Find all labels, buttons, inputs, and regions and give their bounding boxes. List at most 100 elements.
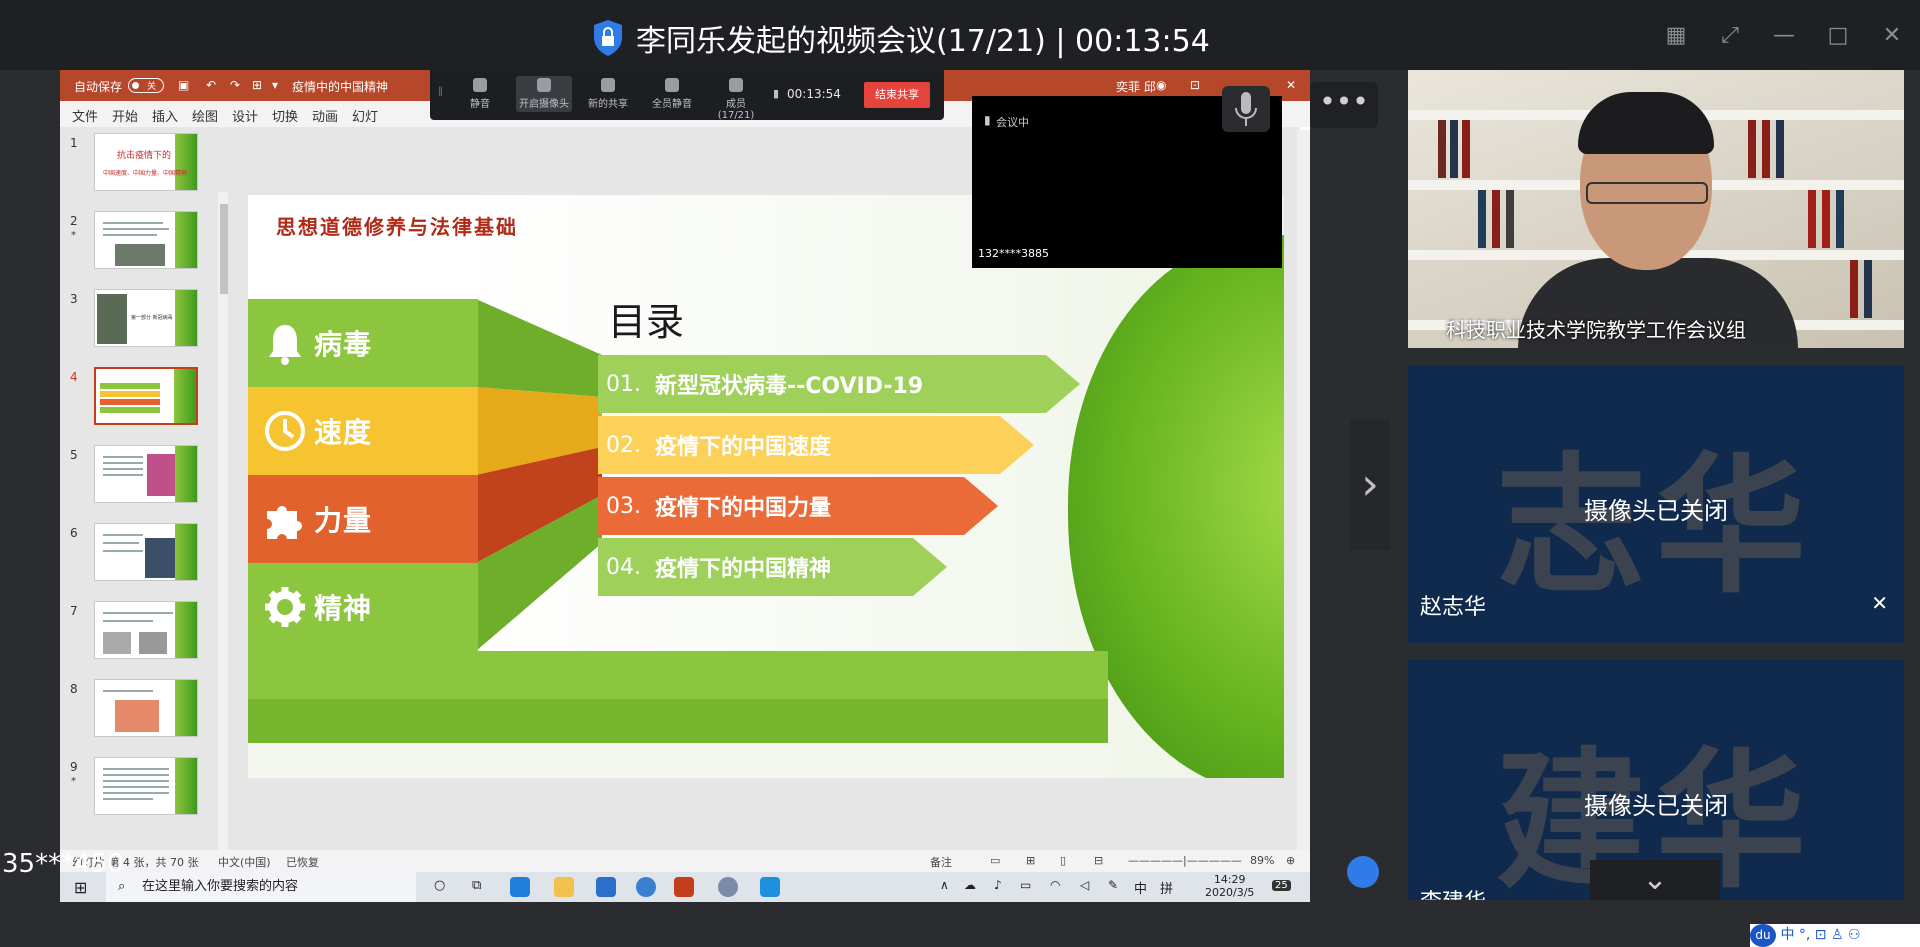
- ribbon-display-icon[interactable]: ⊡: [1190, 78, 1200, 92]
- speaker-name: 132****3885: [978, 247, 1049, 260]
- zoom-level[interactable]: 89%: [1250, 854, 1274, 867]
- user-avatar-icon[interactable]: ◉: [1156, 78, 1166, 92]
- category-label: 速度: [314, 416, 373, 449]
- meeting-window: 李同乐发起的视频会议(17/21) | 00:13:54 ▦ ⤢ — □ ✕ 自…: [0, 0, 1920, 947]
- new-share-button[interactable]: 新的共享: [580, 78, 636, 110]
- tray-overflow-icon[interactable]: ∧: [940, 878, 949, 892]
- mic-overlay[interactable]: [1222, 86, 1270, 132]
- notes-button[interactable]: 备注: [930, 854, 952, 870]
- autosave-toggle[interactable]: 关: [128, 78, 164, 93]
- wifi-icon[interactable]: ◠: [1050, 878, 1060, 892]
- redo-icon[interactable]: ↷: [230, 78, 240, 92]
- mic-muted-icon: ✕: [1871, 591, 1888, 615]
- scroll-down-arrow[interactable]: ⌄: [1590, 860, 1720, 900]
- camera-off-status: 摄像头已关闭: [1584, 497, 1728, 525]
- ime-language[interactable]: 中: [1134, 878, 1147, 897]
- slide-thumbnail-1[interactable]: 抗击疫情下的 中国速度、中国力量、中国精神: [94, 133, 198, 191]
- maximize-icon[interactable]: □: [1824, 22, 1852, 50]
- baidu-ime-icon[interactable]: du: [1750, 924, 1776, 947]
- meeting-app-icon[interactable]: [760, 877, 780, 897]
- slide-thumbnails: 1 抗击疫情下的 中国速度、中国力量、中国精神 2 * 3 第一部分 新冠病毒 4…: [60, 127, 230, 898]
- mute-button[interactable]: 静音: [452, 78, 508, 110]
- slide-thumbnail-9[interactable]: [94, 757, 198, 815]
- normal-view-icon[interactable]: ▭: [990, 854, 1000, 867]
- menu-design[interactable]: 设计: [232, 106, 258, 125]
- ime-toolbar[interactable]: du 中 °, ⊡ ♙ ⚇: [1750, 924, 1920, 947]
- ppt-close-icon[interactable]: ✕: [1286, 78, 1296, 92]
- ime-mode[interactable]: 拼: [1160, 878, 1173, 897]
- thumb1-title: 抗击疫情下的: [117, 151, 172, 161]
- powerpoint-icon[interactable]: [674, 877, 694, 897]
- members-button[interactable]: 成员(17/21): [708, 78, 764, 121]
- minimize-icon[interactable]: —: [1770, 22, 1798, 50]
- thumb-number: 1: [70, 136, 78, 150]
- present-icon[interactable]: ⊞: [252, 78, 262, 92]
- sorter-view-icon[interactable]: ⊞: [1026, 854, 1035, 867]
- participant-tile-zhao[interactable]: 志华 摄像头已关闭 赵志华 ✕: [1408, 365, 1904, 643]
- course-title: 思想道德修养与法律基础: [276, 215, 518, 239]
- battery-icon[interactable]: ▭: [1020, 878, 1031, 892]
- pen-icon[interactable]: ✎: [1108, 878, 1118, 892]
- fit-slide-icon[interactable]: ⊕: [1286, 854, 1295, 867]
- qat-more-icon[interactable]: ▾: [272, 78, 278, 92]
- toc-item-3: 03. 疫情下的中国力量: [598, 477, 831, 535]
- title-bar: 李同乐发起的视频会议(17/21) | 00:13:54 ▦ ⤢ — □ ✕: [0, 0, 1920, 70]
- drag-handle-icon[interactable]: ‖: [438, 86, 443, 97]
- close-icon[interactable]: ✕: [1878, 22, 1906, 50]
- slideshow-view-icon[interactable]: ⊟: [1094, 854, 1103, 867]
- menu-home[interactable]: 开始: [112, 106, 138, 125]
- menu-animations[interactable]: 动画: [312, 106, 338, 125]
- slide-thumbnail-6[interactable]: [94, 523, 198, 581]
- ppt-status-bar: 幻灯片 第 4 张，共 70 张 中文(中国) 已恢复 备注 ▭ ⊞ ▯ ⊟ —…: [60, 850, 1310, 872]
- windows-start-icon[interactable]: ⊞: [74, 878, 87, 897]
- menu-insert[interactable]: 插入: [152, 106, 178, 125]
- notification-count[interactable]: 25: [1272, 880, 1291, 891]
- slide-thumbnail-8[interactable]: [94, 679, 198, 737]
- slide-thumbnail-5[interactable]: [94, 445, 198, 503]
- edge-icon[interactable]: [510, 877, 530, 897]
- layout-icon[interactable]: ▦: [1662, 22, 1690, 50]
- menu-transitions[interactable]: 切换: [272, 106, 298, 125]
- task-view-icon[interactable]: ⧉: [472, 878, 481, 893]
- undo-icon[interactable]: ↶: [206, 78, 216, 92]
- next-page-arrow[interactable]: ›: [1350, 420, 1390, 550]
- window-controls: ▦ ⤢ — □ ✕: [1662, 22, 1906, 50]
- menu-draw[interactable]: 绘图: [192, 106, 218, 125]
- slide-thumbnail-7[interactable]: [94, 601, 198, 659]
- editor-scrollbar[interactable]: [1297, 130, 1310, 850]
- mute-label: 静音: [470, 99, 490, 110]
- volume-icon[interactable]: ◁: [1080, 878, 1089, 892]
- thumb-number: 3: [70, 292, 78, 306]
- more-options-button[interactable]: •••: [1310, 82, 1378, 128]
- end-share-button[interactable]: 结束共享: [864, 82, 930, 108]
- zoom-slider[interactable]: —————|—————: [1128, 854, 1242, 867]
- camera-button[interactable]: 开启摄像头: [516, 76, 572, 112]
- chat-app-icon[interactable]: [718, 877, 738, 897]
- slide-thumbnail-4-selected[interactable]: [94, 367, 198, 425]
- mute-all-button[interactable]: 全员静音: [644, 78, 700, 110]
- doc-title: 疫情中的中国精神: [292, 80, 389, 94]
- participant-tile-video[interactable]: 科技职业技术学院教学工作会议组: [1408, 70, 1904, 348]
- taskbar-search[interactable]: ⌕ 在这里输入你要搜索的内容: [106, 872, 416, 902]
- category-bar-spirit: 精神: [248, 563, 478, 651]
- thumb-number: 9: [70, 760, 78, 774]
- reading-view-icon[interactable]: ▯: [1060, 854, 1066, 867]
- menu-slideshow[interactable]: 幻灯: [352, 106, 378, 125]
- chat-icon[interactable]: [1347, 856, 1379, 888]
- file-explorer-icon[interactable]: [554, 877, 574, 897]
- cortana-icon[interactable]: ○: [434, 878, 445, 893]
- slide-thumbnail-2[interactable]: [94, 211, 198, 269]
- slide-thumbnail-3[interactable]: 第一部分 新冠病毒: [94, 289, 198, 347]
- thumb-number: 6: [70, 526, 78, 540]
- save-icon[interactable]: ▣: [178, 78, 189, 92]
- cloud-icon[interactable]: ☁: [964, 878, 976, 892]
- meeting-status: 会议中: [996, 116, 1029, 129]
- menu-file[interactable]: 文件: [72, 106, 98, 125]
- new-share-label: 新的共享: [588, 99, 628, 110]
- fullscreen-icon[interactable]: ⤢: [1716, 22, 1744, 50]
- mic-tray-icon[interactable]: ♪: [994, 878, 1002, 892]
- participant-name: 李建华: [1420, 884, 1486, 900]
- taskbar-clock[interactable]: 14:29 2020/3/5: [1205, 873, 1254, 899]
- mail-icon[interactable]: [596, 877, 616, 897]
- app-icon[interactable]: [636, 877, 656, 897]
